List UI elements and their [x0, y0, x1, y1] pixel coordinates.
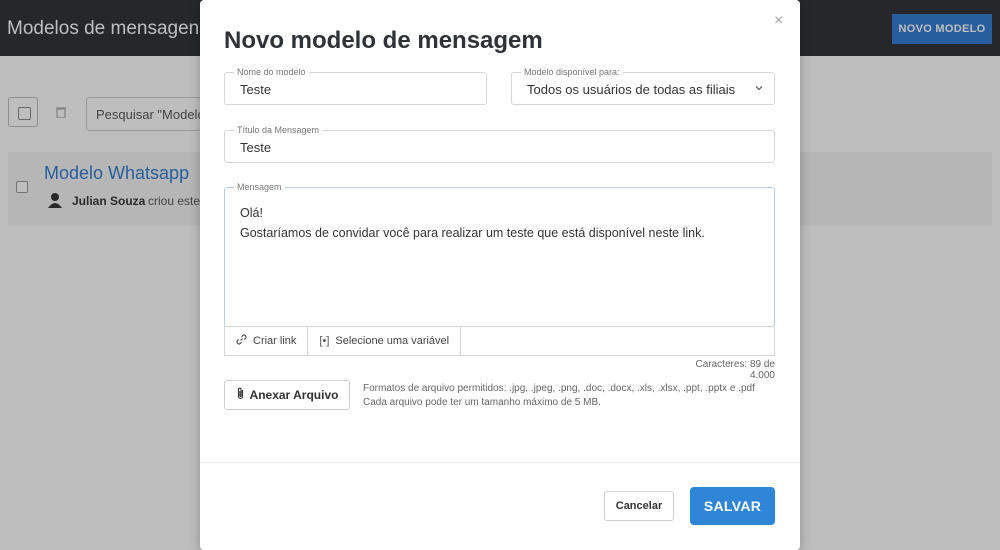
- create-link-button[interactable]: Criar link: [225, 327, 309, 355]
- message-line: Olá!: [240, 206, 263, 220]
- attach-help-text: Formatos de arquivo permitidos: .jpg, .j…: [363, 382, 755, 410]
- message-textarea[interactable]: Mensagem Olá! Gostaríamos de convidar vo…: [224, 181, 775, 327]
- character-count: Caracteres: 89 de 4.000: [695, 359, 776, 381]
- model-name-field[interactable]: Nome do modelo Teste: [224, 66, 487, 105]
- message-label: Mensagem: [234, 181, 285, 193]
- cancel-button[interactable]: Cancelar: [604, 491, 674, 521]
- chevron-down-icon: [754, 83, 764, 96]
- create-link-label: Criar link: [253, 335, 297, 347]
- message-title-field[interactable]: Título da Mensagem Teste: [224, 124, 775, 163]
- close-icon[interactable]: ×: [774, 12, 783, 30]
- paperclip-icon: [236, 387, 245, 403]
- availability-select[interactable]: Modelo disponível para: Todos os usuário…: [511, 66, 775, 105]
- max-size-text: Cada arquivo pode ter um tamanho máximo …: [363, 397, 601, 408]
- new-template-modal: Novo modelo de mensagem × Nome do modelo…: [200, 0, 800, 550]
- message-title-value: Teste: [240, 140, 272, 155]
- select-variable-label: Selecione uma variável: [335, 335, 450, 347]
- allowed-formats-text: Formatos de arquivo permitidos: .jpg, .j…: [363, 383, 755, 394]
- modal-title: Novo modelo de mensagem: [224, 27, 543, 54]
- availability-value: Todos os usuários de todas as filiais: [527, 82, 736, 97]
- attach-file-label: Anexar Arquivo: [249, 388, 339, 402]
- message-title-label: Título da Mensagem: [234, 124, 323, 136]
- model-name-label: Nome do modelo: [234, 66, 309, 78]
- message-body: Olá! Gostaríamos de convidar você para r…: [240, 203, 705, 243]
- model-name-value: Teste: [240, 82, 272, 97]
- select-variable-button[interactable]: [•] Selecione uma variável: [308, 327, 462, 355]
- link-icon: [236, 334, 247, 348]
- attach-file-button[interactable]: Anexar Arquivo: [224, 380, 350, 410]
- save-button[interactable]: SALVAR: [690, 487, 775, 525]
- footer-divider: [200, 462, 800, 463]
- availability-label: Modelo disponível para:: [521, 66, 623, 78]
- message-line: Gostaríamos de convidar você para realiz…: [240, 226, 705, 240]
- variable-icon: [•]: [319, 335, 330, 347]
- message-toolbar: Criar link [•] Selecione uma variável: [224, 326, 775, 356]
